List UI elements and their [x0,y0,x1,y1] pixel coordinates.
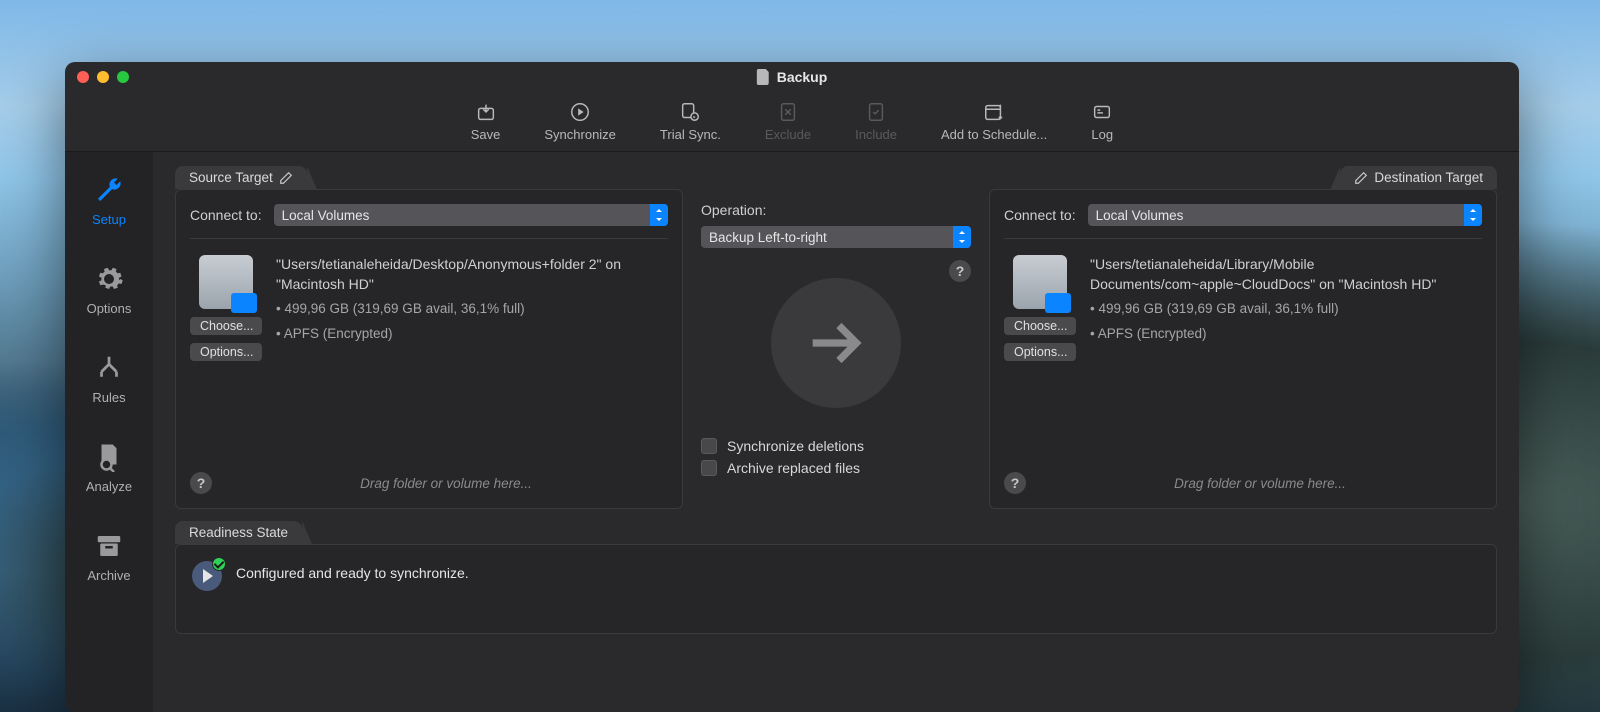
trial-sync-icon [679,101,701,123]
readiness-text: Configured and ready to synchronize. [236,561,469,581]
app-window: Backup Save Synchronize Trial Sync. Excl… [65,62,1519,712]
chevron-updown-icon [953,226,971,248]
operation-label: Operation: [701,202,971,218]
sidebar-item-analyze[interactable]: Analyze [65,435,153,500]
source-options-button[interactable]: Options... [190,343,262,361]
synchronize-button[interactable]: Synchronize [544,101,616,142]
readiness-tab-label: Readiness State [189,525,288,540]
include-label: Include [855,127,897,142]
destination-connect-label: Connect to: [1004,207,1076,223]
destination-tab-label: Destination Target [1374,170,1483,185]
sidebar-item-options[interactable]: Options [65,257,153,322]
sidebar-item-setup[interactable]: Setup [65,168,153,233]
exclude-button: Exclude [765,101,811,142]
operation-select[interactable]: Backup Left-to-right [701,226,971,248]
log-button[interactable]: Log [1091,101,1113,142]
source-panel: Source Target Connect to: Local Volumes [175,166,683,509]
close-window-button[interactable] [77,71,89,83]
source-choose-button[interactable]: Choose... [190,317,262,335]
source-tab[interactable]: Source Target [175,166,307,189]
destination-choose-button[interactable]: Choose... [1004,317,1076,335]
archive-replaced-checkbox[interactable] [701,460,717,476]
direction-indicator [771,278,901,408]
destination-connect-select[interactable]: Local Volumes [1088,204,1482,226]
readiness-tab[interactable]: Readiness State [175,521,302,544]
source-drag-hint: Drag folder or volume here... [224,476,668,491]
sidebar: Setup Options Rules Analyze Archive [65,152,153,712]
add-schedule-button[interactable]: Add to Schedule... [941,101,1047,142]
destination-path: "Users/tetianaleheida/Library/Mobile Doc… [1090,255,1482,294]
source-tab-label: Source Target [189,170,273,185]
source-path: "Users/tetianaleheida/Desktop/Anonymous+… [276,255,668,294]
log-icon [1091,101,1113,123]
play-icon [569,101,591,123]
sync-deletions-label: Synchronize deletions [727,438,864,454]
sidebar-setup-label: Setup [92,212,126,227]
chevron-updown-icon [1464,204,1482,226]
destination-filesystem: • APFS (Encrypted) [1090,325,1482,344]
sidebar-item-rules[interactable]: Rules [65,346,153,411]
archive-replaced-label: Archive replaced files [727,460,860,476]
gear-icon [93,263,125,295]
wrench-icon [93,174,125,206]
operation-panel: Operation: Backup Left-to-right ? Synchr [701,166,971,509]
ready-status-icon [192,561,222,591]
edit-icon [279,171,293,185]
destination-help-button[interactable]: ? [1004,472,1026,494]
source-connect-select[interactable]: Local Volumes [274,204,668,226]
source-connect-label: Connect to: [190,207,262,223]
include-icon [865,101,887,123]
log-label: Log [1091,127,1113,142]
sidebar-analyze-label: Analyze [86,479,132,494]
sidebar-options-label: Options [87,301,132,316]
add-schedule-label: Add to Schedule... [941,127,1047,142]
synchronize-label: Synchronize [544,127,616,142]
destination-size: • 499,96 GB (319,69 GB avail, 36,1% full… [1090,300,1482,319]
save-icon [475,101,497,123]
toolbar: Save Synchronize Trial Sync. Exclude Inc… [65,92,1519,152]
exclude-label: Exclude [765,127,811,142]
edit-icon [1354,171,1368,185]
sidebar-archive-label: Archive [87,568,130,583]
sidebar-item-archive[interactable]: Archive [65,524,153,589]
drive-icon [1013,255,1067,309]
folder-icon [231,293,257,313]
destination-panel: Destination Target Connect to: Local Vol… [989,166,1497,509]
trial-sync-button[interactable]: Trial Sync. [660,101,721,142]
folder-icon [1045,293,1071,313]
rules-icon [93,352,125,384]
titlebar: Backup [65,62,1519,92]
trial-sync-label: Trial Sync. [660,127,721,142]
readiness-section: Readiness State Configured and ready to … [175,521,1497,634]
zoom-window-button[interactable] [117,71,129,83]
sidebar-rules-label: Rules [92,390,125,405]
sync-deletions-checkbox[interactable] [701,438,717,454]
source-connect-value: Local Volumes [282,208,370,223]
drive-icon [199,255,253,309]
operation-help-button[interactable]: ? [949,260,971,282]
document-icon [757,69,771,85]
destination-options-button[interactable]: Options... [1004,343,1076,361]
save-button[interactable]: Save [471,101,501,142]
window-title: Backup [757,69,828,85]
exclude-icon [777,101,799,123]
destination-tab[interactable]: Destination Target [1340,166,1497,189]
checkmark-icon [212,557,226,571]
archive-icon [93,530,125,562]
operation-value: Backup Left-to-right [709,230,827,245]
calendar-plus-icon [983,101,1005,123]
include-button: Include [855,101,897,142]
source-help-button[interactable]: ? [190,472,212,494]
window-controls [77,71,129,83]
destination-drag-hint: Drag folder or volume here... [1038,476,1482,491]
window-title-text: Backup [777,69,828,85]
minimize-window-button[interactable] [97,71,109,83]
save-label: Save [471,127,501,142]
destination-connect-value: Local Volumes [1096,208,1184,223]
chevron-updown-icon [650,204,668,226]
source-filesystem: • APFS (Encrypted) [276,325,668,344]
source-size: • 499,96 GB (319,69 GB avail, 36,1% full… [276,300,668,319]
analyze-icon [93,441,125,473]
